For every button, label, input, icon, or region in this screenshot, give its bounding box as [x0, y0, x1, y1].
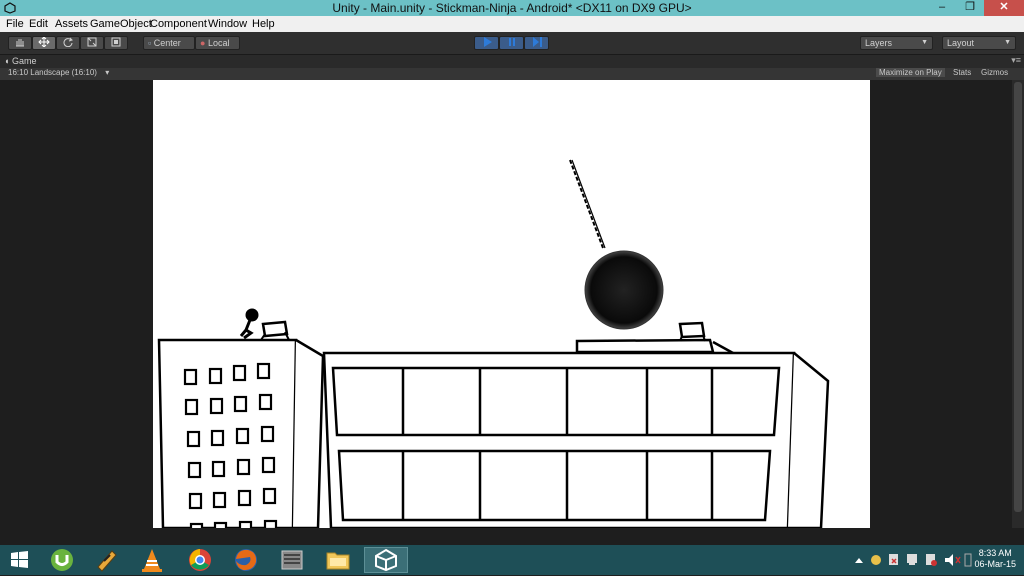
- maximize-button[interactable]: ❐: [956, 0, 984, 16]
- local-icon: ●: [200, 38, 206, 48]
- scrollbar-thumb[interactable]: [1014, 82, 1022, 512]
- window-titlebar: Unity - Main.unity - Stickman-Ninja - An…: [0, 0, 1024, 16]
- game-view: [0, 80, 1024, 545]
- stickman-ninja: [239, 308, 259, 340]
- play-icon: [483, 37, 492, 47]
- window-title: Unity - Main.unity - Stickman-Ninja - An…: [332, 1, 692, 15]
- taskbar-terminal[interactable]: [272, 547, 312, 573]
- aspect-ratio-label: 16:10 Landscape (16:10): [8, 68, 97, 77]
- chrome-icon: [189, 549, 211, 571]
- rotate-tool-button[interactable]: [56, 36, 80, 50]
- step-button[interactable]: [524, 36, 549, 50]
- taskbar-utorrent[interactable]: [42, 547, 82, 573]
- pause-icon: [508, 38, 515, 46]
- stats-toggle[interactable]: Stats: [953, 68, 971, 77]
- vertical-scrollbar[interactable]: [1012, 80, 1024, 528]
- file-explorer-icon: [326, 552, 350, 570]
- start-button[interactable]: [0, 547, 40, 573]
- step-icon: [532, 37, 542, 47]
- utorrent-icon: [51, 549, 73, 571]
- tab-game-label: Game: [11, 56, 37, 66]
- clock-time: 8:33 AM: [978, 548, 1012, 558]
- taskbar-firefox[interactable]: [226, 547, 266, 573]
- wrecking-ball: [584, 250, 664, 330]
- pivot-icon: ▫: [148, 38, 152, 48]
- pivot-local-toggle[interactable]: ● Local: [195, 36, 240, 50]
- main-toolbar: ▫ Center ● Local Layers ▼ Layout ▼: [0, 32, 1024, 55]
- menu-file[interactable]: File: [6, 18, 24, 30]
- game-view-toolbar: 16:10 Landscape (16:10) ▾ Maximize on Pl…: [0, 68, 1024, 80]
- pivot-center-toggle[interactable]: ▫ Center: [143, 36, 195, 50]
- menu-gameobject[interactable]: GameObject: [90, 18, 152, 30]
- close-button[interactable]: ✕: [984, 0, 1024, 16]
- layout-dropdown[interactable]: Layout ▼: [942, 36, 1016, 50]
- menu-edit[interactable]: Edit: [29, 18, 48, 30]
- taskbar-chrome[interactable]: [180, 547, 220, 573]
- move-icon: [38, 36, 50, 48]
- scale-icon: [87, 37, 97, 47]
- layers-label: Layers: [865, 38, 893, 48]
- hand-tool-button[interactable]: [8, 36, 32, 50]
- gizmos-dropdown[interactable]: Gizmos: [981, 68, 1008, 77]
- system-tray: 8:33 AM 06-Mar-15: [850, 545, 1024, 575]
- menu-component[interactable]: Component: [150, 18, 207, 30]
- scale-tool-button[interactable]: [80, 36, 104, 50]
- terminal-icon: [281, 550, 303, 570]
- play-button[interactable]: [474, 36, 499, 50]
- right-building: [322, 321, 830, 528]
- layers-dropdown[interactable]: Layers ▼: [860, 36, 933, 50]
- taskbar-unity[interactable]: [364, 547, 408, 573]
- clock-date: 06-Mar-15: [974, 559, 1016, 569]
- wrecking-ball-chain: [569, 159, 606, 249]
- game-canvas[interactable]: [153, 80, 870, 528]
- maximize-on-play-toggle[interactable]: Maximize on Play: [876, 68, 945, 77]
- vlc-icon: [142, 549, 162, 572]
- chevron-down-icon: ▼: [921, 39, 928, 46]
- firefox-icon: [235, 549, 257, 571]
- taskbar-file-explorer[interactable]: [318, 547, 358, 573]
- windows-start-icon: [11, 551, 28, 568]
- rotate-icon: [63, 37, 73, 48]
- hand-icon: [16, 39, 24, 47]
- taskbar-vlc[interactable]: [132, 547, 172, 573]
- menu-bar: File Edit Assets GameObject Component Wi…: [0, 16, 1024, 32]
- pivot-label: Center: [153, 38, 181, 48]
- chevron-down-icon: ▼: [1004, 39, 1011, 46]
- game-tab-icon: ◖: [4, 56, 10, 66]
- tab-menu-icon[interactable]: ▾≡: [1011, 55, 1021, 66]
- menu-assets[interactable]: Assets: [55, 18, 88, 30]
- menu-window[interactable]: Window: [208, 18, 247, 30]
- move-tool-button[interactable]: [32, 36, 56, 50]
- menu-help[interactable]: Help: [252, 18, 275, 30]
- game-scene: [157, 159, 830, 528]
- tab-game[interactable]: ◖ Game: [4, 56, 36, 66]
- chevron-down-icon: ▾: [105, 68, 110, 77]
- rect-tool-button[interactable]: [104, 36, 128, 50]
- minimize-button[interactable]: –: [928, 0, 956, 16]
- pause-button[interactable]: [499, 36, 524, 50]
- layout-label: Layout: [947, 38, 975, 48]
- rect-icon: [111, 37, 121, 47]
- game-tab-bar: ◖ Game ▾≡: [0, 55, 1024, 68]
- taskbar-clock[interactable]: 8:33 AM 06-Mar-15: [974, 548, 1016, 570]
- taskbar-winamp[interactable]: [86, 547, 126, 573]
- space-label: Local: [207, 38, 230, 48]
- windows-taskbar: 8:33 AM 06-Mar-15: [0, 545, 1024, 575]
- unity-icon: [375, 548, 397, 572]
- winamp-icon: [97, 550, 117, 572]
- show-hidden-icons-icon: [855, 558, 863, 563]
- aspect-ratio-dropdown[interactable]: 16:10 Landscape (16:10) ▾: [8, 68, 109, 77]
